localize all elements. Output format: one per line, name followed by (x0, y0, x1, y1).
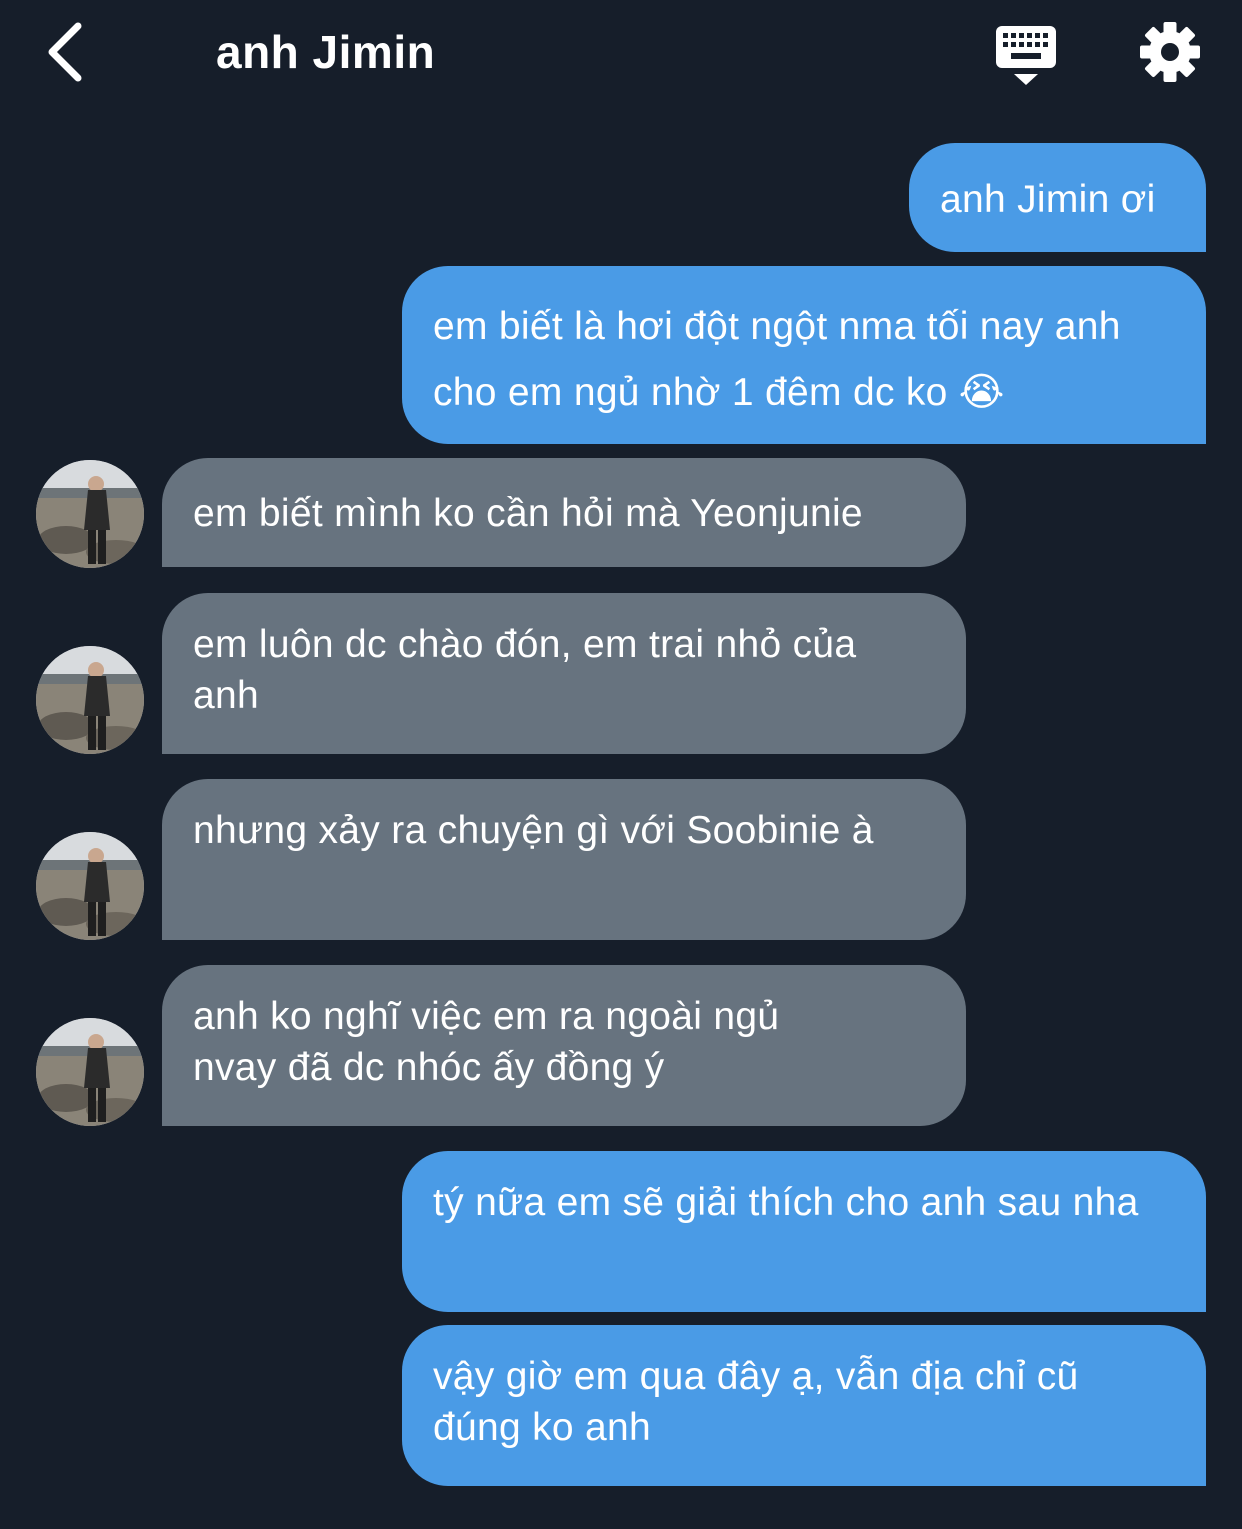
contact-name-title: anh Jimin (216, 26, 436, 78)
keyboard-hide-icon (996, 26, 1056, 85)
gear-icon (1140, 22, 1200, 82)
avatar[interactable] (36, 646, 144, 754)
avatar[interactable] (36, 460, 144, 568)
contact-avatar-photo (36, 646, 144, 754)
chevron-left-icon (48, 22, 82, 82)
contact-avatar-photo (36, 1018, 144, 1126)
message-bubble-outgoing[interactable]: vậy giờ em qua đây ạ, vẫn địa chỉ cũ đún… (402, 1325, 1206, 1486)
settings-button[interactable] (1138, 20, 1202, 84)
contact-avatar-photo (36, 832, 144, 940)
contact-avatar-photo (36, 460, 144, 568)
back-button[interactable] (40, 18, 100, 88)
keyboard-toggle-button[interactable] (990, 22, 1062, 88)
avatar[interactable] (36, 1018, 144, 1126)
message-bubble-incoming[interactable]: nhưng xảy ra chuyện gì với Soobinie à (162, 779, 966, 940)
message-bubble-outgoing[interactable]: em biết là hơi đột ngột nma tối nay anh … (402, 266, 1206, 444)
message-bubble-outgoing[interactable]: anh Jimin ơi (909, 143, 1206, 252)
avatar[interactable] (36, 832, 144, 940)
message-bubble-incoming[interactable]: anh ko nghĩ việc em ra ngoài ngủ nvay đã… (162, 965, 966, 1126)
message-bubble-incoming[interactable]: em biết mình ko cần hỏi mà Yeonjunie (162, 458, 966, 567)
message-bubble-incoming[interactable]: em luôn dc chào đón, em trai nhỏ của anh (162, 593, 966, 754)
message-bubble-outgoing[interactable]: tý nữa em sẽ giải thích cho anh sau nha (402, 1151, 1206, 1312)
chat-header: anh Jimin (0, 0, 1242, 110)
